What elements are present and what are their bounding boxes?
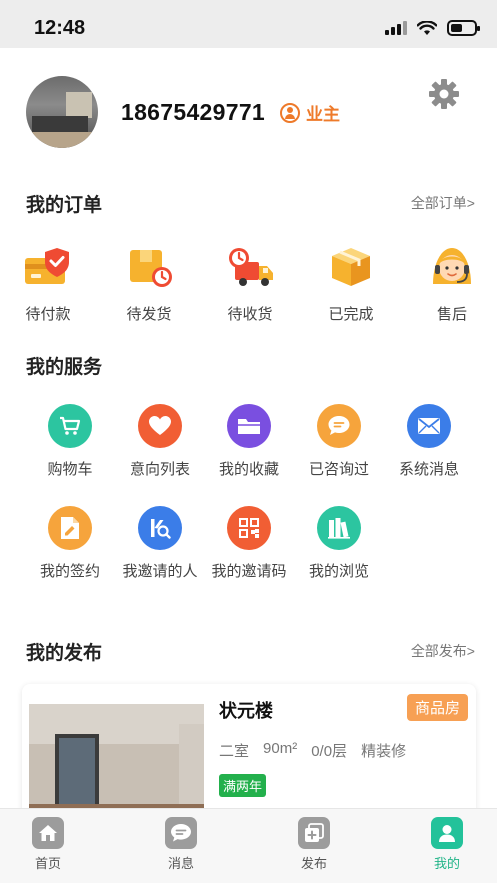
order-label: 待付款 [25,306,71,323]
profile-page: 18675429771 业主 我的订单 全部订单> 待付款 待发货 待收货 已完… [0,48,497,808]
listing-specs: 二室 90m² 0/0层 精装修 [219,740,406,761]
orders-title: 我的订单 [26,195,103,216]
listing-decor: 精装修 [361,743,407,760]
role-badge: 业主 [280,100,340,125]
invite-search-icon [138,506,182,550]
envelope-icon [407,404,451,448]
tab-messages[interactable]: 消息 [141,817,221,872]
order-pending-shipment[interactable]: 待发货 [119,244,179,324]
publish-title: 我的发布 [26,643,103,664]
order-after-sales[interactable]: 售后 [422,244,482,324]
listing-card[interactable]: 状元楼 商品房 二室 90m² 0/0层 精装修 满两年 [22,684,476,808]
avatar[interactable] [26,76,98,148]
services-title: 我的服务 [26,357,103,378]
service-contracts[interactable]: 我的签约 [24,506,116,581]
service-favorites[interactable]: 我的收藏 [203,404,295,479]
tab-label: 我的 [433,856,460,871]
delivery-truck-icon [229,248,273,286]
listing-area: 90m² [263,740,298,757]
home-icon [32,817,64,849]
bottom-tab-bar: 首页 消息 发布 我的 [0,808,497,883]
tab-publish[interactable]: 发布 [274,817,354,872]
service-intention-list[interactable]: 意向列表 [114,404,206,479]
qr-code-icon [227,506,271,550]
user-phone: 18675429771 [121,99,266,125]
listing-tag: 满两年 [219,774,267,797]
signal-icon [385,21,407,35]
service-invite-code[interactable]: 我的邀请码 [203,506,295,581]
books-icon [317,506,361,550]
tab-label: 消息 [167,856,194,871]
battery-icon [447,20,480,36]
status-icons [385,20,480,36]
customer-service-icon [433,248,471,284]
all-orders-link[interactable]: 全部订单> [411,193,475,213]
service-label: 已咨询过 [308,461,369,478]
service-cart[interactable]: 购物车 [24,404,116,479]
service-label: 我邀请的人 [122,563,198,580]
status-bar: 12:48 [0,0,497,48]
tab-label: 首页 [34,856,61,871]
service-label: 购物车 [47,461,93,478]
order-label: 已完成 [328,306,374,323]
service-label: 我的收藏 [218,461,279,478]
service-label: 系统消息 [398,461,459,478]
service-invited-people[interactable]: 我邀请的人 [114,506,206,581]
status-time: 12:48 [34,17,86,39]
order-label: 待发货 [126,306,172,323]
listing-floor: 0/0层 [311,743,348,760]
service-consulted[interactable]: 已咨询过 [293,404,385,479]
shopping-cart-icon [48,404,92,448]
service-browse-history[interactable]: 我的浏览 [293,506,385,581]
service-label: 我的邀请码 [211,563,287,580]
user-circle-icon [280,102,300,123]
publish-icon [298,817,330,849]
package-clock-icon [130,250,172,287]
folder-icon [227,404,271,448]
listing-type-badge: 商品房 [406,694,468,721]
settings-gear-icon[interactable] [428,78,460,110]
listing-name: 状元楼 [219,701,273,721]
order-label: 待收货 [227,306,273,323]
tab-home[interactable]: 首页 [8,817,88,872]
chat-bubble-icon [317,404,361,448]
heart-icon [138,404,182,448]
order-pending-payment[interactable]: 待付款 [18,244,78,324]
open-box-icon [332,248,370,286]
listing-rooms: 二室 [219,743,250,760]
all-publish-link[interactable]: 全部发布> [411,641,475,661]
wifi-icon [417,20,437,35]
service-system-messages[interactable]: 系统消息 [383,404,475,479]
profile-icon [431,817,463,849]
order-label: 售后 [436,306,467,323]
service-label: 我的签约 [39,563,100,580]
message-icon [165,817,197,849]
listing-photo [29,704,204,808]
service-label: 我的浏览 [308,563,369,580]
contract-icon [48,506,92,550]
wallet-shield-icon [25,248,69,284]
order-pending-receipt[interactable]: 待收货 [220,244,280,324]
tab-mine[interactable]: 我的 [407,817,487,872]
service-label: 意向列表 [129,461,190,478]
tab-label: 发布 [300,856,327,871]
role-label: 业主 [306,105,340,124]
order-completed[interactable]: 已完成 [321,244,381,324]
